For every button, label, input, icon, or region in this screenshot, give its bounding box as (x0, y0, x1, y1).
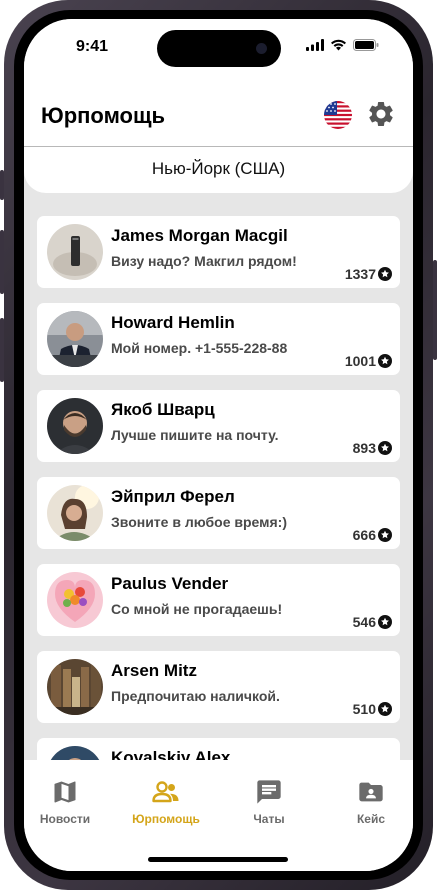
lawyer-card[interactable]: Якоб Шварц Лучше пишите на почту. 893 (37, 390, 400, 462)
volume-down-button (0, 318, 4, 382)
lawyer-message: Визу надо? Макгил рядом! (111, 253, 297, 269)
status-bar: 9:41 (24, 19, 413, 75)
star-icon (378, 615, 392, 629)
avatar (47, 224, 103, 280)
lawyer-rating: 666 (353, 527, 392, 543)
lawyer-name: Эйприл Ферел (111, 487, 235, 506)
battery-icon (353, 39, 379, 51)
city-selector[interactable]: Нью-Йорк (США) (24, 159, 413, 179)
avatar (47, 746, 103, 760)
lawyer-card[interactable]: Эйприл Ферел Звоните в любое время:) 666 (37, 477, 400, 549)
rating-value: 510 (352, 701, 376, 717)
lawyer-name: James Morgan Macgil (111, 226, 288, 245)
avatar (47, 398, 103, 454)
tab-case[interactable]: Кейс (331, 778, 411, 826)
dynamic-island (157, 30, 281, 67)
lawyer-message: Звоните в любое время:) (111, 514, 287, 530)
tab-label: Новости (39, 812, 91, 826)
lawyer-name: Kovalskiy Alex (111, 748, 231, 760)
lawyer-name: Paulus Vender (111, 574, 229, 593)
tab-bar: Новости Юрпомощь Чаты Кейс (24, 760, 413, 871)
rating-value: 666 (352, 527, 376, 543)
mute-switch (0, 170, 4, 200)
lawyer-card[interactable]: Paulus Vender Со мной не прогадаешь! 546 (37, 564, 400, 636)
tab-label: Кейс (356, 812, 386, 826)
star-icon (378, 441, 392, 455)
lawyer-message: Мой номер. +1-555-228-88 (111, 340, 288, 356)
us-flag-icon[interactable] (324, 101, 352, 129)
star-icon (378, 267, 392, 281)
lawyer-name: Arsen Mitz (111, 661, 197, 680)
avatar (47, 659, 103, 715)
tab-news[interactable]: Новости (25, 778, 105, 826)
rating-value: 1337 (344, 266, 376, 282)
lawyer-rating: 546 (353, 614, 392, 630)
lawyer-list[interactable]: James Morgan Macgil Визу надо? Макгил ря… (24, 193, 413, 760)
tab-label: Юрпомощь (132, 812, 200, 826)
tab-legal-help[interactable]: Юрпомощь (126, 778, 206, 826)
rating-value: 546 (352, 614, 376, 630)
status-time: 9:41 (76, 38, 109, 55)
lawyer-rating: 1001 (345, 353, 392, 369)
star-icon (378, 528, 392, 542)
volume-up-button (0, 230, 4, 294)
rating-value: 1001 (344, 353, 376, 369)
avatar (47, 311, 103, 367)
screen: 9:41 Юрпомощь Нью-Йорк (США) James Morga… (24, 19, 413, 871)
lawyer-message: Со мной не прогадаешь! (111, 601, 283, 617)
lawyer-name: Якоб Шварц (111, 400, 215, 419)
tab-chats[interactable]: Чаты (229, 778, 309, 826)
lawyer-card[interactable]: Kovalskiy Alex (37, 738, 400, 760)
lawyer-name: Howard Hemlin (111, 313, 235, 332)
lawyer-card[interactable]: Arsen Mitz Предпочитаю наличкой. 510 (37, 651, 400, 723)
page-title: Юрпомощь (41, 103, 166, 128)
avatar (47, 485, 103, 541)
camera-icon (256, 43, 267, 54)
gear-icon[interactable] (366, 99, 396, 129)
home-indicator[interactable] (148, 857, 288, 862)
lawyer-card[interactable]: Howard Hemlin Мой номер. +1-555-228-88 1… (37, 303, 400, 375)
lawyer-message: Предпочитаю наличкой. (111, 688, 280, 704)
lawyer-rating: 893 (353, 440, 392, 456)
star-icon (378, 354, 392, 368)
cellular-signal-icon (306, 39, 324, 51)
wifi-icon (331, 39, 346, 51)
chat-icon (257, 780, 281, 804)
map-icon (54, 781, 76, 803)
status-icons (306, 39, 379, 51)
lawyer-rating: 510 (353, 701, 392, 717)
lawyer-message: Лучше пишите на почту. (111, 427, 279, 443)
avatar (47, 572, 103, 628)
folder-icon (359, 782, 383, 802)
tab-label: Чаты (253, 812, 285, 826)
lawyer-card[interactable]: James Morgan Macgil Визу надо? Макгил ря… (37, 216, 400, 288)
star-icon (378, 702, 392, 716)
app-header: Юрпомощь Нью-Йорк (США) (24, 75, 413, 193)
people-icon (152, 781, 179, 803)
rating-value: 893 (352, 440, 376, 456)
power-button (433, 260, 437, 360)
lawyer-rating: 1337 (345, 266, 392, 282)
header-divider (24, 146, 413, 147)
